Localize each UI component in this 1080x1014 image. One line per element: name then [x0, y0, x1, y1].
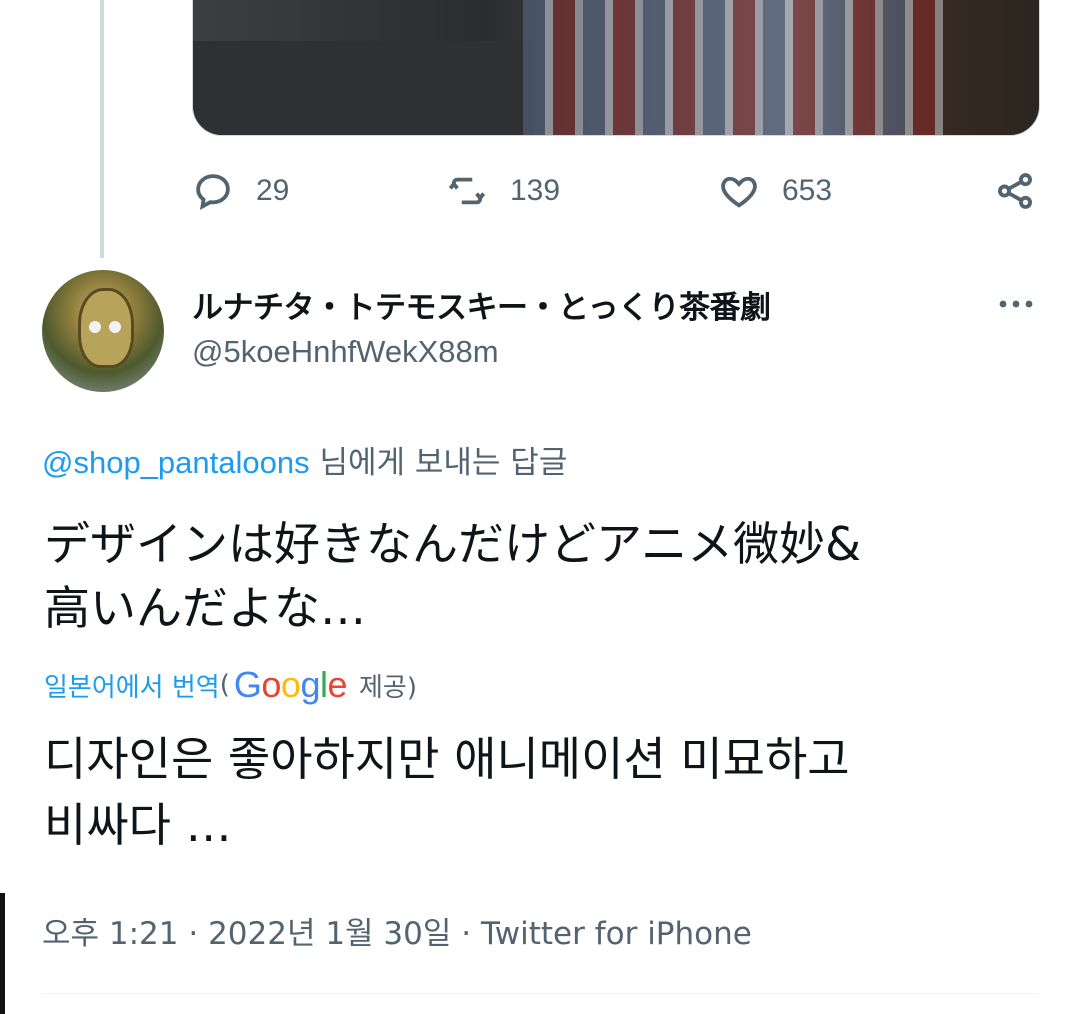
replying-to-suffix: 님에게 보내는 답글 [309, 445, 568, 481]
reply-icon [196, 174, 230, 210]
translated-body: 디자인은 좋아하지만 애니메이션 미묘하고 비싸다 … [44, 726, 1044, 858]
translated-body-line-2: 비싸다 … [44, 798, 232, 852]
author-handle[interactable]: @5koeHnhfWekX88m [192, 334, 499, 370]
tweet-body: デザインは好きなんだけどアニメ微妙& 高いんだよな… [44, 512, 1044, 640]
share-action[interactable] [994, 168, 1036, 214]
like-count: 653 [782, 174, 833, 207]
left-edge-shadow [0, 893, 5, 1014]
replying-to-mention-link[interactable]: @shop_pantaloons [42, 445, 310, 480]
section-divider [42, 993, 1038, 994]
translate-link[interactable]: 일본어에서 번역 [44, 667, 220, 704]
more-dots-icon[interactable] [996, 284, 1036, 324]
retweet-count: 139 [510, 174, 561, 207]
media-floor-region [193, 41, 533, 135]
author-avatar[interactable] [42, 270, 164, 392]
parent-tweet-media-image[interactable] [192, 0, 1040, 136]
reply-count: 29 [256, 174, 290, 207]
avatar-eye-right [109, 321, 121, 333]
tweet-body-line-2: 高いんだよな… [44, 581, 366, 635]
thread-connector-line [100, 0, 104, 258]
tweet-timestamp-meta[interactable]: 오후 1:21 · 2022년 1월 30일 · Twitter for iPh… [42, 908, 752, 953]
reply-action[interactable]: 29 [192, 168, 289, 214]
parent-tweet-action-bar: 29 139 653 [192, 168, 1038, 214]
replying-to-line: @shop_pantaloons 님에게 보내는 답글 [42, 437, 567, 482]
media-shelf-region [523, 0, 943, 135]
translate-suffix: 제공) [359, 672, 417, 703]
avatar-eye-left [89, 321, 101, 333]
retweet-action[interactable]: 139 [446, 168, 560, 214]
author-display-name[interactable]: ルナチタ・トテモスキー・とっくり茶番劇 [192, 282, 771, 327]
like-action[interactable]: 653 [718, 168, 832, 214]
avatar-face [78, 288, 134, 368]
share-icon [998, 173, 1032, 209]
heart-icon [721, 176, 757, 208]
google-logo: Google [233, 664, 348, 705]
tweet-body-line-1: デザインは好きなんだけどアニメ微妙& [44, 517, 861, 571]
translate-paren-open: ( [219, 670, 230, 700]
translation-attribution: 일본어에서 번역( Google 제공) [44, 664, 417, 706]
retweet-icon [448, 177, 486, 205]
translated-body-line-1: 디자인은 좋아하지만 애니메이션 미묘하고 [44, 732, 850, 786]
